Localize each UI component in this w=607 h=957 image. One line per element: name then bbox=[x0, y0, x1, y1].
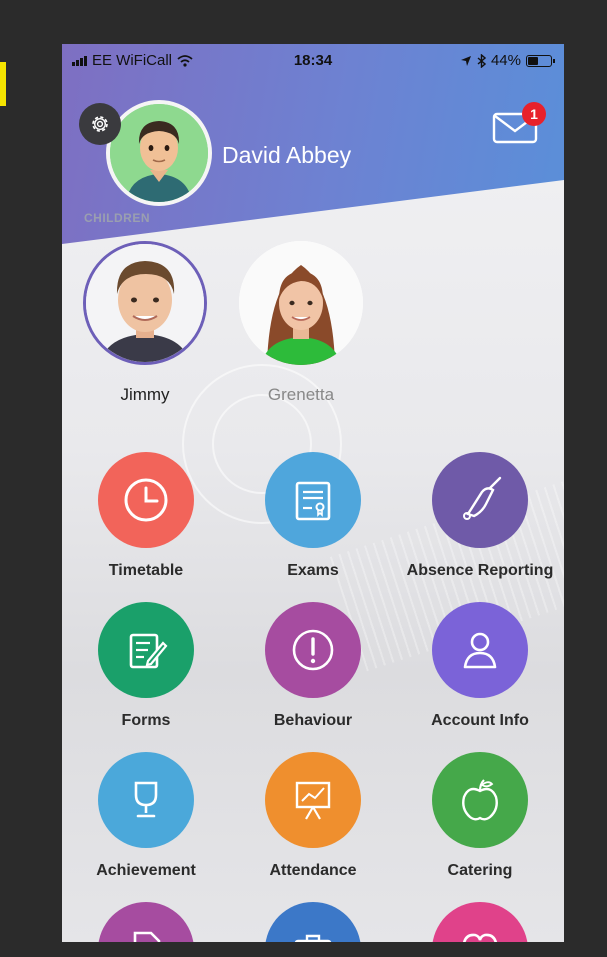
children-section-label: CHILDREN bbox=[84, 211, 150, 225]
user-icon bbox=[432, 602, 528, 698]
menu-label: Forms bbox=[121, 712, 171, 729]
cartoon-man-avatar-icon bbox=[110, 104, 208, 202]
menu-timetable[interactable]: Timetable bbox=[62, 452, 230, 580]
menu-label: Behaviour bbox=[273, 712, 353, 729]
apple-icon bbox=[432, 752, 528, 848]
menu-label: Timetable bbox=[108, 562, 184, 579]
child-name: Grenetta bbox=[267, 385, 335, 404]
mail-unread-badge: 1 bbox=[522, 102, 546, 126]
girl-photo-icon bbox=[239, 241, 363, 365]
certificate-icon bbox=[265, 452, 361, 548]
briefcase-icon bbox=[265, 902, 361, 942]
form-edit-icon bbox=[98, 602, 194, 698]
menu-achievement[interactable]: Achievement bbox=[62, 752, 230, 880]
location-arrow-icon bbox=[460, 55, 471, 66]
menu-label: Absence Reporting bbox=[406, 562, 554, 579]
menu-documents[interactable] bbox=[62, 902, 230, 942]
presentation-chart-icon bbox=[265, 752, 361, 848]
menu-attendance[interactable]: Attendance bbox=[229, 752, 397, 880]
menu-label: Achievement bbox=[96, 862, 196, 879]
child-photo bbox=[239, 241, 363, 365]
exclamation-icon bbox=[265, 602, 361, 698]
menu-catering[interactable]: Catering bbox=[396, 752, 564, 880]
menu-account-info[interactable]: Account Info bbox=[396, 602, 564, 730]
trophy-icon bbox=[98, 752, 194, 848]
clock-icon bbox=[98, 452, 194, 548]
app-screen: EE WiFiCall 18:34 44% David Abbey 1 CHIL… bbox=[62, 44, 564, 942]
bluetooth-icon bbox=[477, 53, 486, 68]
menu-behaviour[interactable]: Behaviour bbox=[229, 602, 397, 730]
heart-icon bbox=[432, 902, 528, 942]
battery-icon bbox=[526, 54, 555, 67]
document-icon bbox=[98, 902, 194, 942]
status-bar: EE WiFiCall 18:34 44% bbox=[62, 44, 564, 78]
boy-photo-icon bbox=[86, 244, 204, 362]
menu-label: Catering bbox=[447, 862, 513, 879]
menu-forms[interactable]: Forms bbox=[62, 602, 230, 730]
menu-wellbeing[interactable] bbox=[396, 902, 564, 942]
menu-careers[interactable] bbox=[229, 902, 397, 942]
menu-absence-reporting[interactable]: Absence Reporting bbox=[396, 452, 564, 580]
child-photo bbox=[83, 241, 207, 365]
gear-icon bbox=[92, 116, 108, 132]
parent-avatar[interactable] bbox=[106, 100, 212, 206]
menu-label: Account Info bbox=[431, 712, 529, 729]
frame-edge-marker bbox=[0, 62, 6, 106]
parent-name: David Abbey bbox=[222, 142, 352, 168]
child-jimmy[interactable]: Jimmy bbox=[83, 241, 207, 405]
menu-label: Attendance bbox=[269, 862, 357, 879]
settings-button[interactable] bbox=[79, 103, 121, 145]
child-grenetta[interactable]: Grenetta bbox=[239, 241, 363, 405]
menu-exams[interactable]: Exams bbox=[229, 452, 397, 580]
bell-icon bbox=[432, 452, 528, 548]
menu-label: Exams bbox=[287, 562, 339, 579]
battery-percent: 44% bbox=[490, 52, 521, 69]
child-name: Jimmy bbox=[120, 385, 170, 404]
